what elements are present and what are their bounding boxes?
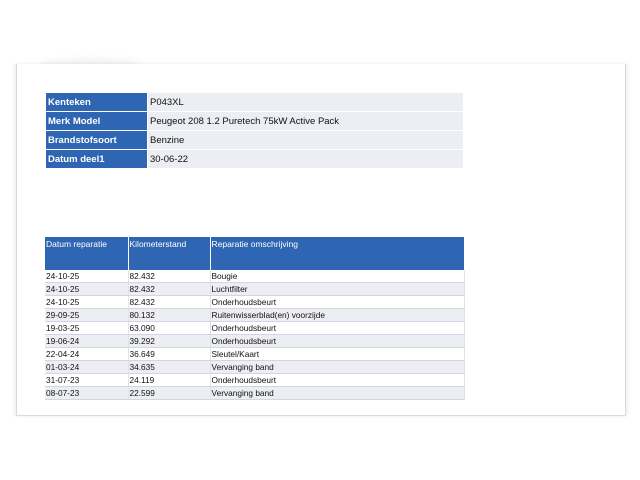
vehicle-info-label: Datum deel1	[45, 149, 148, 169]
table-row: 24-10-25 82.432 Onderhoudsbeurt	[45, 295, 465, 309]
repair-km-cell: 82.432	[128, 295, 211, 309]
vehicle-info-row: Kenteken P043XL	[45, 92, 464, 112]
table-row: 22-04-24 36.649 Sleutel/Kaart	[45, 347, 465, 361]
vehicle-info-row: Brandstofsoort Benzine	[45, 130, 464, 150]
repair-date-cell: 19-03-25	[45, 321, 129, 335]
repair-date-cell: 01-03-24	[45, 360, 129, 374]
vehicle-info-row: Datum deel1 30-06-22	[45, 149, 464, 169]
repair-description-cell: Onderhoudsbeurt	[210, 321, 465, 335]
repair-header-row: Datum reparatie Kilometerstand Reparatie…	[45, 237, 465, 270]
repair-description-cell: Luchtfilter	[210, 282, 465, 296]
header-reparatie-omschrijving: Reparatie omschrijving	[210, 237, 465, 270]
repair-description-cell: Sleutel/Kaart	[210, 347, 465, 361]
table-row: 19-06-24 39.292 Onderhoudsbeurt	[45, 334, 465, 348]
vehicle-info-value: Benzine	[147, 130, 464, 150]
repair-date-cell: 24-10-25	[45, 282, 129, 296]
repair-date-cell: 31-07-23	[45, 373, 129, 387]
page-bottom-edge	[16, 415, 625, 416]
header-datum-reparatie: Datum reparatie	[45, 237, 129, 270]
repair-history-table: Datum reparatie Kilometerstand Reparatie…	[45, 237, 465, 400]
repair-km-cell: 24.119	[128, 373, 211, 387]
repair-date-cell: 08-07-23	[45, 386, 129, 400]
vehicle-info-label: Merk Model	[45, 111, 148, 131]
table-row: 19-03-25 63.090 Onderhoudsbeurt	[45, 321, 465, 335]
repair-description-cell: Vervanging band	[210, 360, 465, 374]
repair-description-cell: Onderhoudsbeurt	[210, 373, 465, 387]
vehicle-info-value: P043XL	[147, 92, 464, 112]
table-row: 24-10-25 82.432 Bougie	[45, 270, 465, 283]
repair-date-cell: 29-09-25	[45, 308, 129, 322]
repair-date-cell: 24-10-25	[45, 295, 129, 309]
repair-km-cell: 22.599	[128, 386, 211, 400]
repair-km-cell: 63.090	[128, 321, 211, 335]
repair-date-cell: 19-06-24	[45, 334, 129, 348]
repair-date-cell: 22-04-24	[45, 347, 129, 361]
vehicle-info-value: 30-06-22	[147, 149, 464, 169]
table-row: 29-09-25 80.132 Ruitenwisserblad(en) voorz…	[45, 308, 465, 322]
repair-description-cell: Bougie	[210, 270, 465, 283]
repair-km-cell: 80.132	[128, 308, 211, 322]
repair-description-cell: Onderhoudsbeurt	[210, 295, 465, 309]
table-row: 31-07-23 24.119 Onderhoudsbeurt	[45, 373, 465, 387]
repair-date-cell: 24-10-25	[45, 270, 129, 283]
repair-km-cell: 36.649	[128, 347, 211, 361]
repair-km-cell: 82.432	[128, 270, 211, 283]
repair-description-cell: Vervanging band	[210, 386, 465, 400]
table-row: 24-10-25 82.432 Luchtfilter	[45, 282, 465, 296]
vehicle-info-row: Merk Model Peugeot 208 1.2 Puretech 75kW …	[45, 111, 464, 131]
repair-km-cell: 39.292	[128, 334, 211, 348]
vehicle-info-value: Peugeot 208 1.2 Puretech 75kW Active Pac…	[147, 111, 464, 131]
repair-description-cell: Onderhoudsbeurt	[210, 334, 465, 348]
table-row: 01-03-24 34.635 Vervanging band	[45, 360, 465, 374]
vehicle-info-label: Kenteken	[45, 92, 148, 112]
vehicle-info-label: Brandstofsoort	[45, 130, 148, 150]
header-kilometerstand: Kilometerstand	[128, 237, 211, 270]
repair-km-cell: 82.432	[128, 282, 211, 296]
table-row: 08-07-23 22.599 Vervanging band	[45, 386, 465, 400]
repair-description-cell: Ruitenwisserblad(en) voorzijde	[210, 308, 465, 322]
vehicle-info-table: Kenteken P043XL Merk Model Peugeot 208 1.2 …	[45, 92, 464, 169]
repair-km-cell: 34.635	[128, 360, 211, 374]
